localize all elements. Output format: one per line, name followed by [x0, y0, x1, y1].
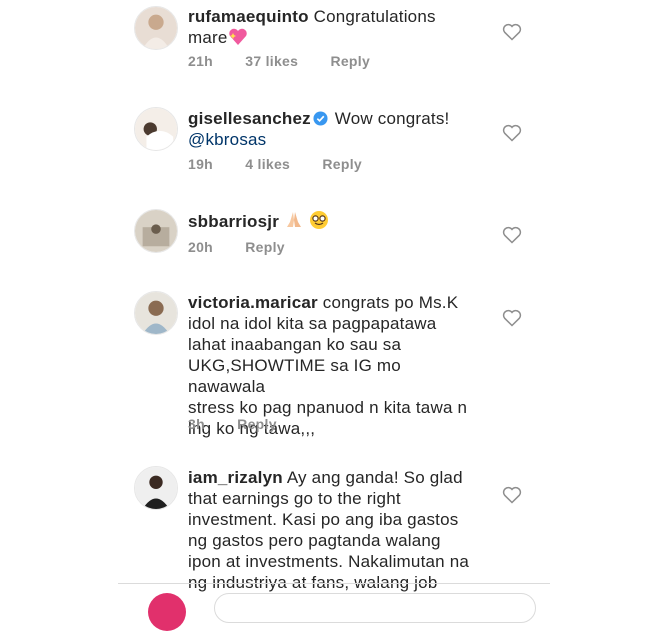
- comment-text-line: stress ko pag npanuod n kita tawa n: [188, 398, 468, 417]
- nerd-face-icon: [309, 210, 329, 235]
- comment-likes[interactable]: 37 likes: [245, 53, 298, 69]
- comment-text: Wow congrats!: [334, 109, 450, 128]
- comment-body: sbbarriosjr: [188, 210, 478, 235]
- comment-text-line: idol na idol kita sa pagpapatawa: [188, 314, 437, 333]
- reply-button[interactable]: Reply: [245, 239, 285, 255]
- comment-meta: 21h 37 likes Reply: [188, 53, 398, 69]
- comment-text-line: UKG,SHOWTIME sa IG mo nawawala: [188, 356, 401, 396]
- heart-icon[interactable]: [502, 226, 522, 244]
- comment-time: 19h: [188, 156, 214, 172]
- comment-time: 3h: [188, 416, 205, 432]
- comment-username[interactable]: sbbarriosjr: [188, 212, 279, 231]
- heart-icon[interactable]: [502, 124, 522, 142]
- comment-meta: 3h Reply: [188, 416, 305, 432]
- reply-button[interactable]: Reply: [330, 53, 370, 69]
- comment-text-line: ng gastos pero pagtanda walang: [188, 531, 441, 550]
- comment-text-line: that earnings go to the right: [188, 489, 401, 508]
- comment-text: Ay ang ganda! So glad: [286, 468, 463, 487]
- comment-body: iam_rizalyn Ay ang ganda! So glad that e…: [188, 467, 478, 593]
- comment-text: mare: [188, 28, 228, 47]
- comment-time: 20h: [188, 239, 214, 255]
- folded-hands-icon: [284, 210, 304, 235]
- comment-text-line: ipon at investments. Nakalimutan na: [188, 552, 470, 571]
- comment-body: gisellesanchez Wow congrats! @kbrosas: [188, 108, 478, 150]
- avatar[interactable]: [134, 291, 178, 335]
- comment-username[interactable]: rufamaequinto: [188, 7, 309, 26]
- divider: [118, 583, 550, 584]
- comment-meta: 20h Reply: [188, 239, 313, 255]
- heart-icon[interactable]: [502, 309, 522, 327]
- comment-body: rufamaequinto Congratulations mare: [188, 6, 478, 51]
- avatar[interactable]: [134, 466, 178, 510]
- current-user-avatar: [148, 593, 186, 631]
- verified-badge-icon: [313, 110, 328, 126]
- comment-text: congrats po Ms.K: [322, 293, 459, 312]
- reply-button[interactable]: Reply: [237, 416, 277, 432]
- avatar[interactable]: [134, 209, 178, 253]
- sparkling-heart-icon: [228, 28, 248, 51]
- comment-meta: 19h 4 likes Reply: [188, 156, 390, 172]
- avatar[interactable]: [134, 107, 178, 151]
- comment-username[interactable]: victoria.maricar: [188, 293, 318, 312]
- mention-link[interactable]: @kbrosas: [188, 130, 266, 149]
- comment-time: 21h: [188, 53, 214, 69]
- comment-text: Congratulations: [313, 7, 436, 26]
- comment-input[interactable]: [214, 593, 536, 623]
- comment-username[interactable]: iam_rizalyn: [188, 468, 283, 487]
- comment-username[interactable]: gisellesanchez: [188, 109, 311, 128]
- heart-icon[interactable]: [502, 486, 522, 504]
- heart-icon[interactable]: [502, 23, 522, 41]
- avatar[interactable]: [134, 6, 178, 50]
- comment-text-line: investment. Kasi po ang iba gastos: [188, 510, 459, 529]
- comment-text-line: lahat inaabangan ko sau sa: [188, 335, 402, 354]
- reply-button[interactable]: Reply: [322, 156, 362, 172]
- comment-likes[interactable]: 4 likes: [245, 156, 290, 172]
